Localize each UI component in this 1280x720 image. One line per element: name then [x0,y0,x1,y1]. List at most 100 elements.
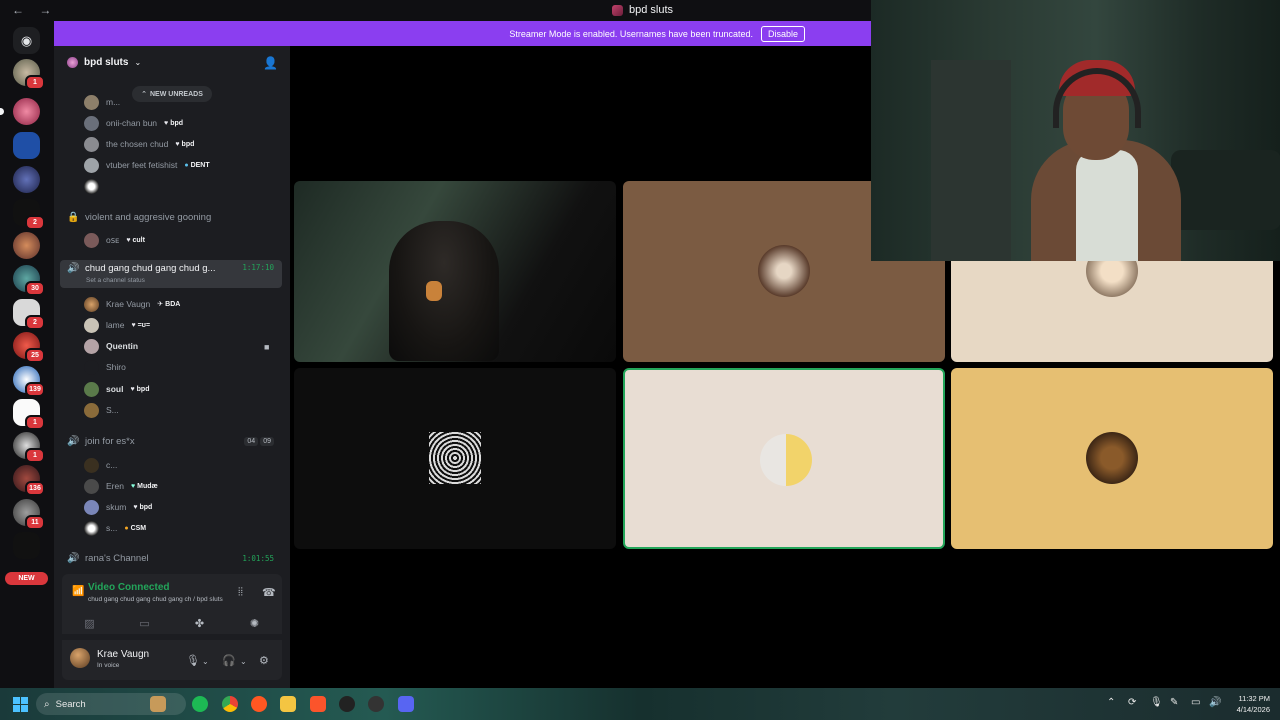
role-tag: ♥ cult [126,237,145,244]
voice-channel-active[interactable]: 🔊 chud gang chud gang chud g... 1:17:10 … [60,260,282,288]
clock[interactable]: 11:32 PM 4/14/2026 [1226,693,1270,715]
avatar [84,178,99,194]
widget-icon[interactable] [150,696,166,712]
new-unreads-pill[interactable]: ⌃ NEW UNREADS [132,86,212,102]
avatar[interactable] [70,648,90,668]
sync-icon[interactable]: ⟳ [1128,697,1136,708]
role-tag: ● CSM [124,525,146,532]
avatar [760,434,812,486]
member-row[interactable]: vtuber feet fetishist ● DENT [84,156,210,174]
member-row[interactable]: Quentin [84,337,138,355]
headphones-icon[interactable]: 🎧 [222,654,236,667]
video-tile[interactable] [294,368,616,549]
voice-status[interactable]: Video Connected [88,582,170,593]
server-icon[interactable]: 2 [13,199,45,230]
server-icon[interactable]: 136 [13,465,45,496]
chevron-down-icon[interactable]: ⌄ [240,657,247,666]
server-icon[interactable]: 2 [13,299,45,330]
member-row[interactable]: the chosen chud ♥ bpd [84,135,194,153]
server-icon[interactable] [13,132,40,159]
chrome-icon[interactable] [222,696,238,712]
mention-badge: 11 [25,515,45,530]
microphone-icon[interactable]: 🎙 [1150,697,1163,708]
speaker-icon: 🔊 [67,263,80,274]
mention-badge: 139 [25,382,45,397]
server-icon[interactable] [13,232,40,259]
media-icon[interactable] [339,696,355,712]
heart-icon: ♥ [126,236,131,244]
display-icon[interactable]: ▭ [1191,697,1200,708]
brave-icon[interactable] [310,696,326,712]
spotify-icon[interactable] [192,696,208,712]
pen-icon[interactable]: ✎ [1170,697,1178,708]
discord-home-icon[interactable]: ◉ [13,27,40,54]
member-row[interactable]: s... ● CSM [84,519,146,537]
server-icon[interactable]: 11 [13,499,45,530]
member-row[interactable]: Eren ♥ Mudæ [84,477,158,495]
member-row[interactable]: c... [84,456,117,474]
new-badge[interactable]: NEW [5,572,48,585]
server-icon[interactable]: 25 [13,332,45,363]
mention-badge: 1 [25,415,45,430]
role-tag-text: bpd [136,385,150,393]
server-icon[interactable]: 139 [13,366,45,397]
signal-icon[interactable]: 📶 [72,586,84,597]
noise-suppression-icon[interactable]: ⦙⦙ [238,586,243,599]
user-name[interactable]: Krae Vaugn [97,649,149,660]
gear-icon[interactable]: ⚙ [259,654,269,667]
voice-channel-locked[interactable]: 🔒 violent and aggresive gooning [60,207,282,227]
user-count: 04 09 [244,436,274,446]
server-icon[interactable]: 1 [13,399,45,430]
member-row[interactable]: skum ♥ bpd [84,498,152,516]
video-tile-speaking[interactable] [623,368,945,549]
server-icon[interactable]: 30 [13,265,45,296]
soundboard-icon[interactable]: ✺ [240,617,270,630]
server-icon[interactable] [13,166,40,193]
member-row[interactable]: lame ♥ =ʊ= [84,316,150,334]
microphone-icon[interactable]: 🎙 [186,654,200,667]
server-list: ◉ 1 2 30 2 25 139 1 1 136 11 NEW [0,21,54,688]
server-icon[interactable] [0,98,40,125]
member-row[interactable]: S... [84,401,119,419]
add-user-icon[interactable]: 👤 [263,56,278,70]
avatar [84,338,99,354]
voice-channel[interactable]: 🔊 rana's Channel 1:01:55 [60,548,282,568]
member-row[interactable] [84,177,99,195]
video-tile[interactable] [951,368,1273,549]
emoji-icon: ● [124,524,129,532]
chevron-down-icon: ⌄ [134,57,142,67]
webcam-background [1171,150,1280,230]
disable-button[interactable]: Disable [760,25,805,42]
member-row[interactable]: Krae Vaugn ✈ BDA [84,295,180,313]
folder-icon[interactable] [280,696,296,712]
screenshare-icon[interactable]: ▭ [130,617,160,630]
member-row[interactable]: Shiro [84,358,126,376]
server-icon[interactable] [13,532,40,559]
windows-start-icon[interactable] [13,697,28,712]
activities-icon[interactable]: ✤ [185,617,215,630]
member-name: c... [106,460,118,470]
discord-icon[interactable] [398,696,414,712]
channel-status[interactable]: Set a channel status [86,277,145,284]
server-header[interactable]: bpd sluts ⌄ 👤 [54,46,290,78]
server-icon[interactable]: 1 [13,59,45,90]
member-row[interactable]: soul ♥ bpd [84,380,149,398]
member-name: vtuber feet fetishist [106,160,178,170]
member-row[interactable]: ᴏꜱᴇ ♥ cult [84,231,145,249]
video-tile[interactable] [294,181,616,362]
banner-message: Streamer Mode is enabled. Usernames have… [509,28,753,39]
server-icon[interactable]: 1 [13,432,45,463]
voice-channel[interactable]: 🔊 join for es*x 04 09 [60,431,282,451]
app-icon[interactable] [251,696,267,712]
chevron-down-icon[interactable]: ⌄ [202,657,209,666]
member-row[interactable]: m... [84,93,120,111]
volume-icon[interactable]: 🔊 [1209,697,1221,708]
camera-off-icon[interactable]: ▨ [75,617,105,630]
member-row[interactable]: onii-chan bun ♥ bpd [84,114,183,132]
disconnect-icon[interactable]: ☎ [262,586,276,599]
member-name: skum [106,502,127,512]
chevron-up-icon[interactable]: ⌃ [1107,697,1115,708]
voice-location[interactable]: chud gang chud gang chud gang ch / bpd s… [88,596,223,603]
nav-arrows[interactable]: ← → [12,3,57,17]
obs-icon[interactable] [368,696,384,712]
